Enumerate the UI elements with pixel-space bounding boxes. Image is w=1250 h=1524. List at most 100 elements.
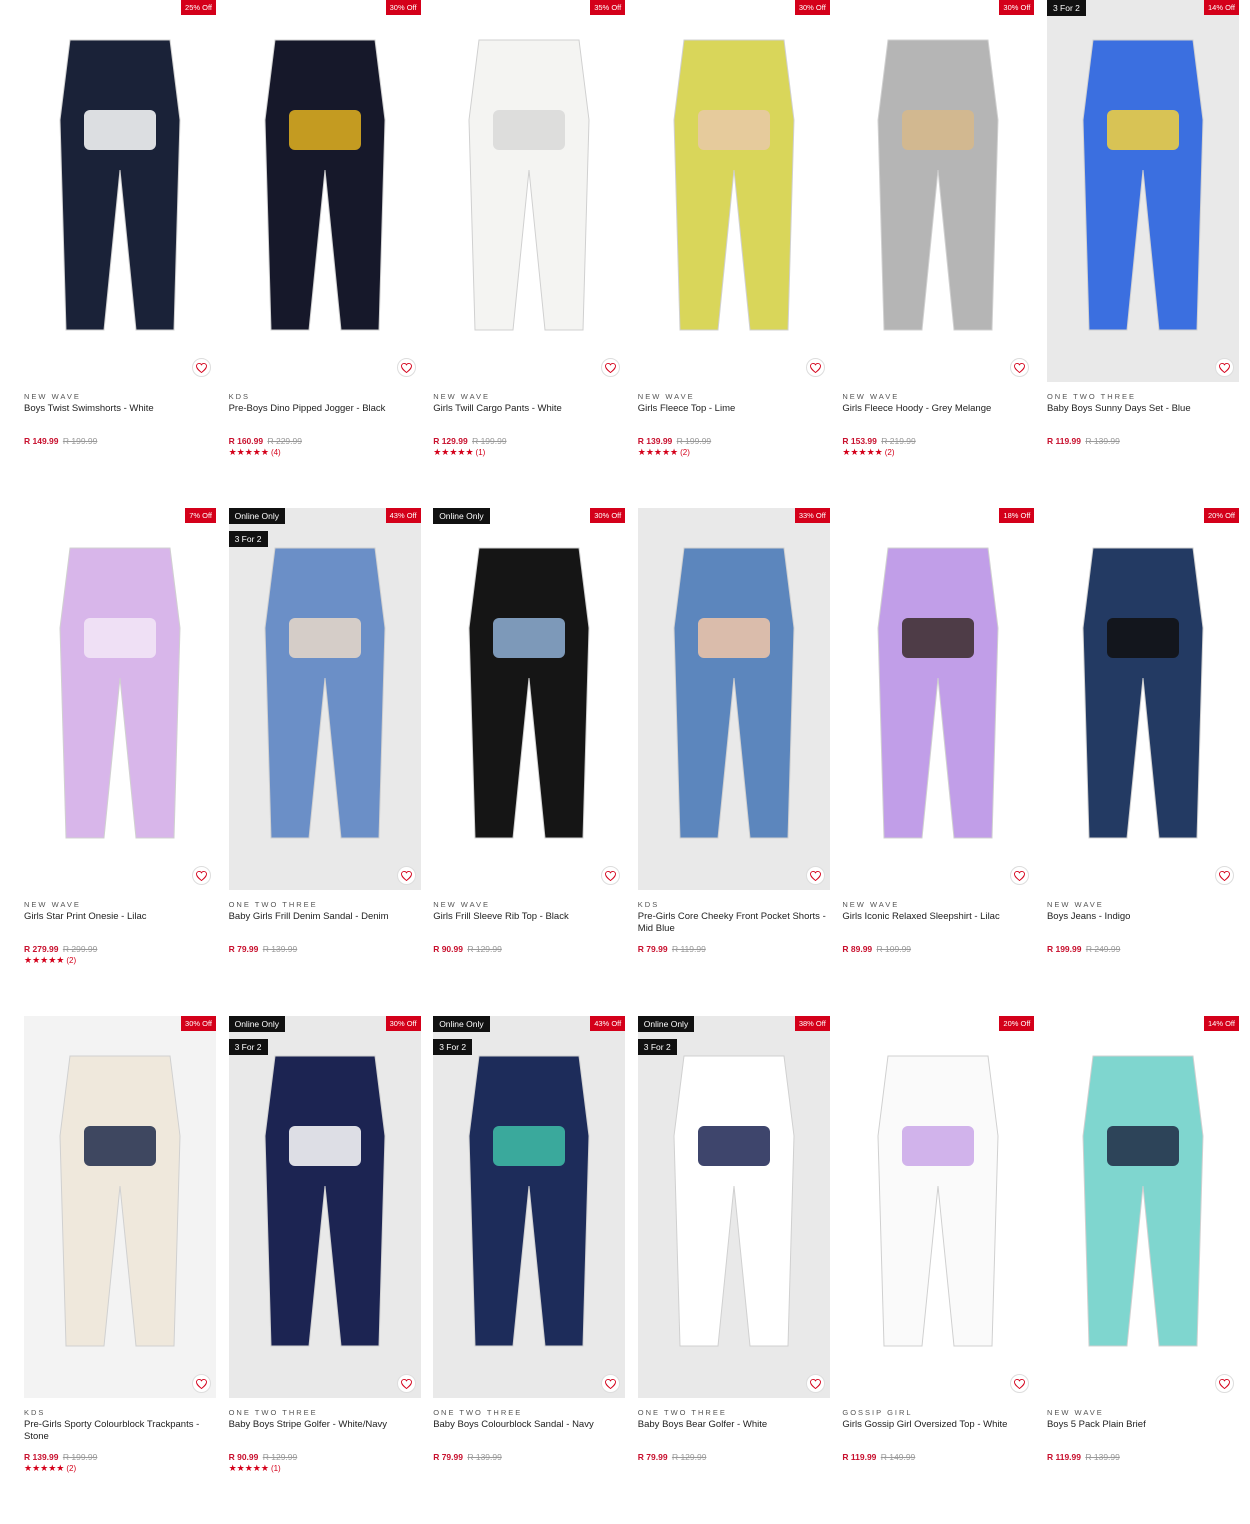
product-name[interactable]: Boys 5 Pack Plain Brief xyxy=(1047,1419,1239,1444)
product-card[interactable]: 18% Off NEW WAVE Girls Iconic Relaxed Slee… xyxy=(842,508,1035,1016)
garment-shape xyxy=(468,1055,590,1347)
product-card[interactable]: 14% Off NEW WAVE Boys 5 Pack Plain Brief R … xyxy=(1046,1016,1239,1524)
product-name[interactable]: Girls Fleece Top - Lime xyxy=(638,403,830,428)
product-card[interactable]: 30% Off KDS Pre-Boys Dino Pipped Jogger - … xyxy=(228,0,421,508)
product-name[interactable]: Boys Twist Swimshorts - White xyxy=(24,403,216,428)
product-image[interactable]: 35% Off xyxy=(433,0,626,382)
product-card[interactable]: 33% Off KDS Pre-Girls Core Cheeky Front Po… xyxy=(637,508,830,1016)
product-name[interactable]: Girls Gossip Girl Oversized Top - White xyxy=(842,1419,1034,1444)
product-name[interactable]: Girls Iconic Relaxed Sleepshirt - Lilac xyxy=(842,911,1034,936)
wishlist-heart-icon[interactable] xyxy=(805,866,825,885)
rating-stars-icon: ★★★★★ xyxy=(24,1463,65,1473)
discount-badge: 38% Off xyxy=(794,1016,830,1031)
product-card[interactable]: 43% Off Online Only 3 For 2 ONE TWO THREE Ba… xyxy=(433,1016,626,1524)
product-card[interactable]: 30% Off NEW WAVE Girls Fleece Hoody - Grey… xyxy=(842,0,1035,508)
original-price: R 129.99 xyxy=(467,944,502,954)
original-price: R 199.99 xyxy=(62,436,98,446)
garment-shape xyxy=(877,39,999,331)
garment-print xyxy=(288,618,361,658)
product-image[interactable]: 30% Off Online Only xyxy=(433,508,626,890)
current-price: R 149.99 xyxy=(24,436,59,446)
product-name[interactable]: Girls Star Print Onesie - Lilac xyxy=(24,911,216,936)
product-photo-illustration xyxy=(673,39,795,331)
product-card[interactable]: 14% Off 3 For 2 ONE TWO THREE Baby Boys Sun… xyxy=(1046,0,1239,508)
product-photo-illustration xyxy=(468,39,590,331)
wishlist-heart-icon[interactable] xyxy=(1214,866,1234,885)
product-card[interactable]: 30% Off Online Only NEW WAVE Girls Frill Sl… xyxy=(433,508,626,1016)
product-name[interactable]: Girls Frill Sleeve Rib Top - Black xyxy=(433,911,625,936)
wishlist-heart-icon[interactable] xyxy=(396,1374,416,1393)
product-image[interactable]: 30% Off xyxy=(637,0,830,382)
product-image[interactable]: 7% Off xyxy=(24,508,216,890)
product-image[interactable]: 20% Off xyxy=(1046,508,1239,890)
product-image[interactable]: 43% Off Online Only 3 For 2 xyxy=(228,508,421,890)
wishlist-heart-icon[interactable] xyxy=(1214,1374,1234,1393)
product-card[interactable]: 7% Off NEW WAVE Girls Star Print Onesie - … xyxy=(24,508,216,1016)
garment-shape xyxy=(1082,1055,1204,1347)
product-image[interactable]: 30% Off xyxy=(24,1016,216,1398)
rating-stars-icon: ★★★★★ xyxy=(228,1463,269,1473)
product-name[interactable]: Baby Boys Bear Golfer - White xyxy=(638,1419,830,1444)
product-card[interactable]: 20% Off NEW WAVE Boys Jeans - Indigo R 199.… xyxy=(1046,508,1239,1016)
product-card[interactable]: 35% Off NEW WAVE Girls Twill Cargo Pants -… xyxy=(433,0,626,508)
product-name[interactable]: Baby Boys Stripe Golfer - White/Navy xyxy=(229,1419,421,1444)
product-card[interactable]: 38% Off Online Only 3 For 2 ONE TWO THREE Ba… xyxy=(637,1016,830,1524)
product-image[interactable]: 20% Off xyxy=(842,1016,1035,1398)
wishlist-heart-icon[interactable] xyxy=(1214,358,1234,377)
product-rating[interactable]: ★★★★★ (1) xyxy=(229,1463,421,1474)
product-brand: ONE TWO THREE xyxy=(228,900,318,909)
product-card[interactable]: 30% Off KDS Pre-Girls Sporty Colourblock T… xyxy=(24,1016,216,1524)
product-card[interactable]: 30% Off NEW WAVE Girls Fleece Top - Lime R … xyxy=(637,0,830,508)
product-image[interactable]: 14% Off 3 For 2 xyxy=(1046,0,1239,382)
wishlist-heart-icon[interactable] xyxy=(192,358,211,377)
current-price: R 139.99 xyxy=(24,1452,59,1462)
product-photo-illustration xyxy=(1082,547,1204,839)
product-rating[interactable]: ★★★★★ (2) xyxy=(842,447,1034,458)
product-brand: NEW WAVE xyxy=(433,392,491,401)
garment-shape xyxy=(59,547,181,839)
product-name[interactable]: Baby Girls Frill Denim Sandal - Denim xyxy=(229,911,421,936)
product-rating[interactable]: ★★★★★ (2) xyxy=(24,955,216,966)
garment-print xyxy=(1106,1126,1179,1166)
product-name[interactable]: Girls Twill Cargo Pants - White xyxy=(433,403,625,428)
review-count: (4) xyxy=(270,448,281,457)
product-rating[interactable]: ★★★★★ (4) xyxy=(229,447,421,458)
rating-stars-icon: ★★★★★ xyxy=(637,447,679,457)
product-image[interactable]: 30% Off Online Only 3 For 2 xyxy=(228,1016,421,1398)
wishlist-heart-icon[interactable] xyxy=(396,866,416,885)
product-image[interactable]: 14% Off xyxy=(1046,1016,1239,1398)
product-card[interactable]: 30% Off Online Only 3 For 2 ONE TWO THREE Ba… xyxy=(228,1016,421,1524)
product-rating[interactable]: ★★★★★ (2) xyxy=(24,1463,216,1474)
discount-badge: 30% Off xyxy=(181,1016,216,1031)
wishlist-heart-icon[interactable] xyxy=(805,358,825,377)
wishlist-heart-icon[interactable] xyxy=(396,358,416,377)
garment-shape xyxy=(59,39,181,331)
promo-tag: 3 For 2 xyxy=(228,1039,268,1055)
product-rating[interactable]: ★★★★★ (2) xyxy=(638,447,830,458)
product-name[interactable]: Boys Jeans - Indigo xyxy=(1047,911,1239,936)
garment-print xyxy=(902,1126,975,1166)
original-price: R 199.99 xyxy=(676,436,712,446)
wishlist-heart-icon[interactable] xyxy=(192,1374,211,1393)
product-image[interactable]: 25% Off xyxy=(24,0,216,382)
product-name[interactable]: Pre-Girls Core Cheeky Front Pocket Short… xyxy=(638,911,830,936)
product-image[interactable]: 38% Off Online Only 3 For 2 xyxy=(637,1016,830,1398)
product-card[interactable]: 43% Off Online Only 3 For 2 ONE TWO THREE Ba… xyxy=(228,508,421,1016)
product-name[interactable]: Girls Fleece Hoody - Grey Melange xyxy=(842,403,1034,428)
product-name[interactable]: Pre-Girls Sporty Colourblock Trackpants … xyxy=(24,1419,216,1444)
wishlist-heart-icon[interactable] xyxy=(805,1374,825,1393)
product-photo-illustration xyxy=(264,39,386,331)
product-name[interactable]: Pre-Boys Dino Pipped Jogger - Black xyxy=(229,403,421,428)
product-photo-illustration xyxy=(468,547,590,839)
product-image[interactable]: 30% Off xyxy=(228,0,421,382)
product-image[interactable]: 43% Off Online Only 3 For 2 xyxy=(433,1016,626,1398)
product-rating[interactable]: ★★★★★ (1) xyxy=(433,447,625,458)
product-image[interactable]: 30% Off xyxy=(842,0,1035,382)
product-card[interactable]: 25% Off NEW WAVE Boys Twist Swimshorts - W… xyxy=(24,0,216,508)
product-card[interactable]: 20% Off GOSSIP GIRL Girls Gossip Girl Over… xyxy=(842,1016,1035,1524)
product-name[interactable]: Baby Boys Colourblock Sandal - Navy xyxy=(433,1419,625,1444)
product-name[interactable]: Baby Boys Sunny Days Set - Blue xyxy=(1047,403,1239,428)
product-image[interactable]: 33% Off xyxy=(637,508,830,890)
product-image[interactable]: 18% Off xyxy=(842,508,1035,890)
wishlist-heart-icon[interactable] xyxy=(192,866,211,885)
